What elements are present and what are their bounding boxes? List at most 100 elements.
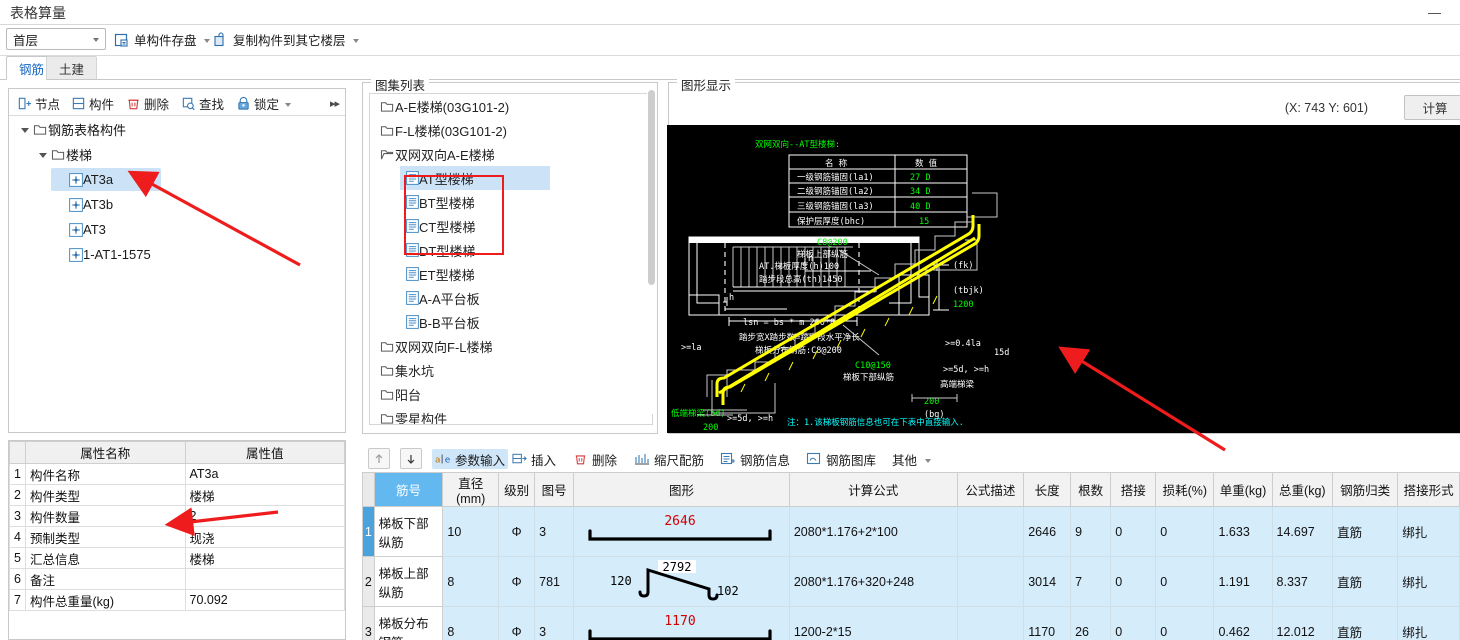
property-value[interactable] <box>184 568 345 590</box>
cell-loss[interactable]: 0 <box>1155 506 1215 557</box>
property-value[interactable]: 现浇 <box>184 526 345 548</box>
tree-item-AT3b[interactable]: AT3b <box>9 192 345 217</box>
property-value[interactable]: 楼梯 <box>184 484 345 506</box>
cell-category[interactable]: 直筋 <box>1332 606 1399 640</box>
cell-lap_form[interactable]: 绑扎 <box>1397 556 1460 607</box>
atlas-item-F-L楼梯(03G101-2)[interactable]: F-L楼梯(03G101-2) <box>370 118 652 142</box>
lock-button[interactable]: 锁定 <box>236 93 292 113</box>
rebar-header-6[interactable]: 公式描述 <box>956 472 1025 507</box>
tree-item-AT3a[interactable]: AT3a <box>9 167 345 192</box>
atlas-item-B-B平台板[interactable]: B-B平台板 <box>370 310 652 334</box>
rebar-table[interactable]: 筋号 直径(mm) 级别 图号 图形 计算公式 公式描述 长度 根数 搭接 损耗(%) 单重(kg) 总… <box>362 472 1460 640</box>
floor-select[interactable]: 首层 <box>6 28 106 50</box>
property-value[interactable]: 楼梯 <box>184 547 345 569</box>
rebar-header-14[interactable]: 搭接形式 <box>1397 472 1460 507</box>
rebar-header-1[interactable]: 直径(mm) <box>442 472 500 507</box>
minimize-icon[interactable] <box>1424 2 1446 20</box>
rebar-header-9[interactable]: 搭接 <box>1110 472 1157 507</box>
tree-item-钢筋表格构件[interactable]: 钢筋表格构件 <box>9 117 345 142</box>
cell-name[interactable]: 梯板上部纵筋 <box>373 556 444 607</box>
tree-item-1-AT1-1575[interactable]: 1-AT1-1575 <box>9 242 345 267</box>
rebar-header-3[interactable]: 图号 <box>534 472 575 507</box>
cell-shape_no[interactable]: 3 <box>534 506 575 557</box>
cell-lap[interactable]: 0 <box>1110 506 1157 557</box>
table-row[interactable]: 2 梯板上部纵筋 8 Φ 781 2792 120 102 2080*1.176+320+248… <box>362 556 1460 607</box>
rebar-header-7[interactable]: 长度 <box>1023 472 1072 507</box>
chevron-down-icon[interactable] <box>19 124 31 136</box>
atlas-item-双网双向F-L楼梯[interactable]: 双网双向F-L楼梯 <box>370 334 652 358</box>
cell-loss[interactable]: 0 <box>1155 606 1215 640</box>
atlas-item-DT型楼梯[interactable]: DT型楼梯 <box>370 238 652 262</box>
cell-lap[interactable]: 0 <box>1110 606 1157 640</box>
delete-button[interactable]: 删除 <box>126 93 169 113</box>
rebar-header-2[interactable]: 级别 <box>498 472 536 507</box>
scrollbar-thumb[interactable] <box>648 90 655 285</box>
delete-row-button[interactable]: 删除 <box>570 449 620 469</box>
cell-shape_no[interactable]: 3 <box>534 606 575 640</box>
save-component-button[interactable]: 单构件存盘 <box>114 29 210 50</box>
copy-component-button[interactable]: 复制构件到其它楼层 <box>213 29 359 50</box>
table-row[interactable]: 1 梯板下部纵筋 10 Φ 3 2646 2080*1.176+2*100 2646 9 0 0 1.… <box>362 506 1460 557</box>
atlas-tree-scrollbar[interactable] <box>647 84 656 414</box>
find-button[interactable]: 查找 <box>181 93 224 113</box>
cell-diameter[interactable]: 8 <box>442 606 500 640</box>
rebar-header-11[interactable]: 单重(kg) <box>1213 472 1273 507</box>
atlas-item-ET型楼梯[interactable]: ET型楼梯 <box>370 262 652 286</box>
cell-shape[interactable]: 2792 120 102 <box>573 556 790 607</box>
cell-formula[interactable]: 1200-2*15 <box>788 606 958 640</box>
cell-loss[interactable]: 0 <box>1155 556 1215 607</box>
atlas-item-A-E楼梯(03G101-2)[interactable]: A-E楼梯(03G101-2) <box>370 94 652 118</box>
cell-grade[interactable]: Φ <box>498 506 536 557</box>
row-index[interactable]: 3 <box>362 606 375 640</box>
tree-item-AT3[interactable]: AT3 <box>9 217 345 242</box>
table-row[interactable]: 3梯板分布钢筋8Φ311701200-2*15117026000.46212.0… <box>362 606 1460 640</box>
move-up-button[interactable] <box>368 448 390 469</box>
cell-diameter[interactable]: 10 <box>442 506 500 557</box>
cell-count[interactable]: 7 <box>1070 556 1112 607</box>
atlas-item-AT型楼梯[interactable]: AT型楼梯 <box>370 166 652 190</box>
rebar-header-12[interactable]: 总重(kg) <box>1271 472 1334 507</box>
atlas-tree[interactable]: A-E楼梯(03G101-2) F-L楼梯(03G101-2) 双网双向A-E楼梯 A… <box>369 93 653 425</box>
cell-formula[interactable]: 2080*1.176+320+248 <box>788 556 958 607</box>
tab-tujian[interactable]: 土建 <box>46 56 98 80</box>
cell-category[interactable]: 直筋 <box>1332 506 1399 557</box>
cell-name[interactable]: 梯板下部纵筋 <box>373 506 444 557</box>
row-index[interactable]: 1 <box>362 506 375 557</box>
cell-grade[interactable]: Φ <box>498 606 536 640</box>
cad-drawing-canvas[interactable]: .cg { fill:#00ff00; font-family:"DejaVu … <box>667 125 1460 433</box>
cell-formula_desc[interactable] <box>956 606 1025 640</box>
property-row[interactable]: 4 预制类型 现浇 <box>9 526 345 548</box>
tree-item-楼梯[interactable]: 楼梯 <box>9 142 345 167</box>
cell-count[interactable]: 26 <box>1070 606 1112 640</box>
cell-formula_desc[interactable] <box>956 556 1025 607</box>
rebar-header-10[interactable]: 损耗(%) <box>1155 472 1215 507</box>
property-value[interactable]: AT3a <box>184 463 345 485</box>
property-row[interactable]: 7 构件总重量(kg) 70.092 <box>9 589 345 611</box>
component-button[interactable]: 构件 <box>71 93 114 113</box>
insert-button[interactable]: 插入 <box>509 449 559 469</box>
other-button[interactable]: 其他 <box>889 449 934 469</box>
atlas-item-集水坑[interactable]: 集水坑 <box>370 358 652 382</box>
rebar-header-8[interactable]: 根数 <box>1070 472 1112 507</box>
scale-rebar-button[interactable]: 缩尺配筋 <box>631 449 707 469</box>
property-row[interactable]: 1 构件名称 AT3a <box>9 463 345 485</box>
atlas-item-BT型楼梯[interactable]: BT型楼梯 <box>370 190 652 214</box>
cell-shape[interactable]: 2646 <box>573 506 790 557</box>
property-row[interactable]: 3 构件数量 2 <box>9 505 345 527</box>
chevron-down-icon[interactable] <box>37 149 49 161</box>
param-input-button[interactable]: a e 参数输入 <box>432 449 509 469</box>
node-button[interactable]: 节点 <box>17 93 60 113</box>
atlas-item-零星构件[interactable]: 零星构件 <box>370 406 652 424</box>
cell-lap_form[interactable]: 绑扎 <box>1397 506 1460 557</box>
property-value[interactable]: 70.092 <box>184 589 345 611</box>
calculate-button[interactable]: 计算 <box>1404 95 1460 120</box>
cell-name[interactable]: 梯板分布钢筋 <box>373 606 444 640</box>
rebar-library-button[interactable]: 钢筋图库 <box>803 449 879 469</box>
atlas-item-CT型楼梯[interactable]: CT型楼梯 <box>370 214 652 238</box>
rebar-header-4[interactable]: 图形 <box>573 472 790 507</box>
property-value[interactable]: 2 <box>184 505 345 527</box>
property-row[interactable]: 5 汇总信息 楼梯 <box>9 547 345 569</box>
cell-lap_form[interactable]: 绑扎 <box>1397 606 1460 640</box>
toolbar-overflow-button[interactable]: ▸▸ <box>330 97 340 110</box>
rebar-header-5[interactable]: 计算公式 <box>788 472 958 507</box>
